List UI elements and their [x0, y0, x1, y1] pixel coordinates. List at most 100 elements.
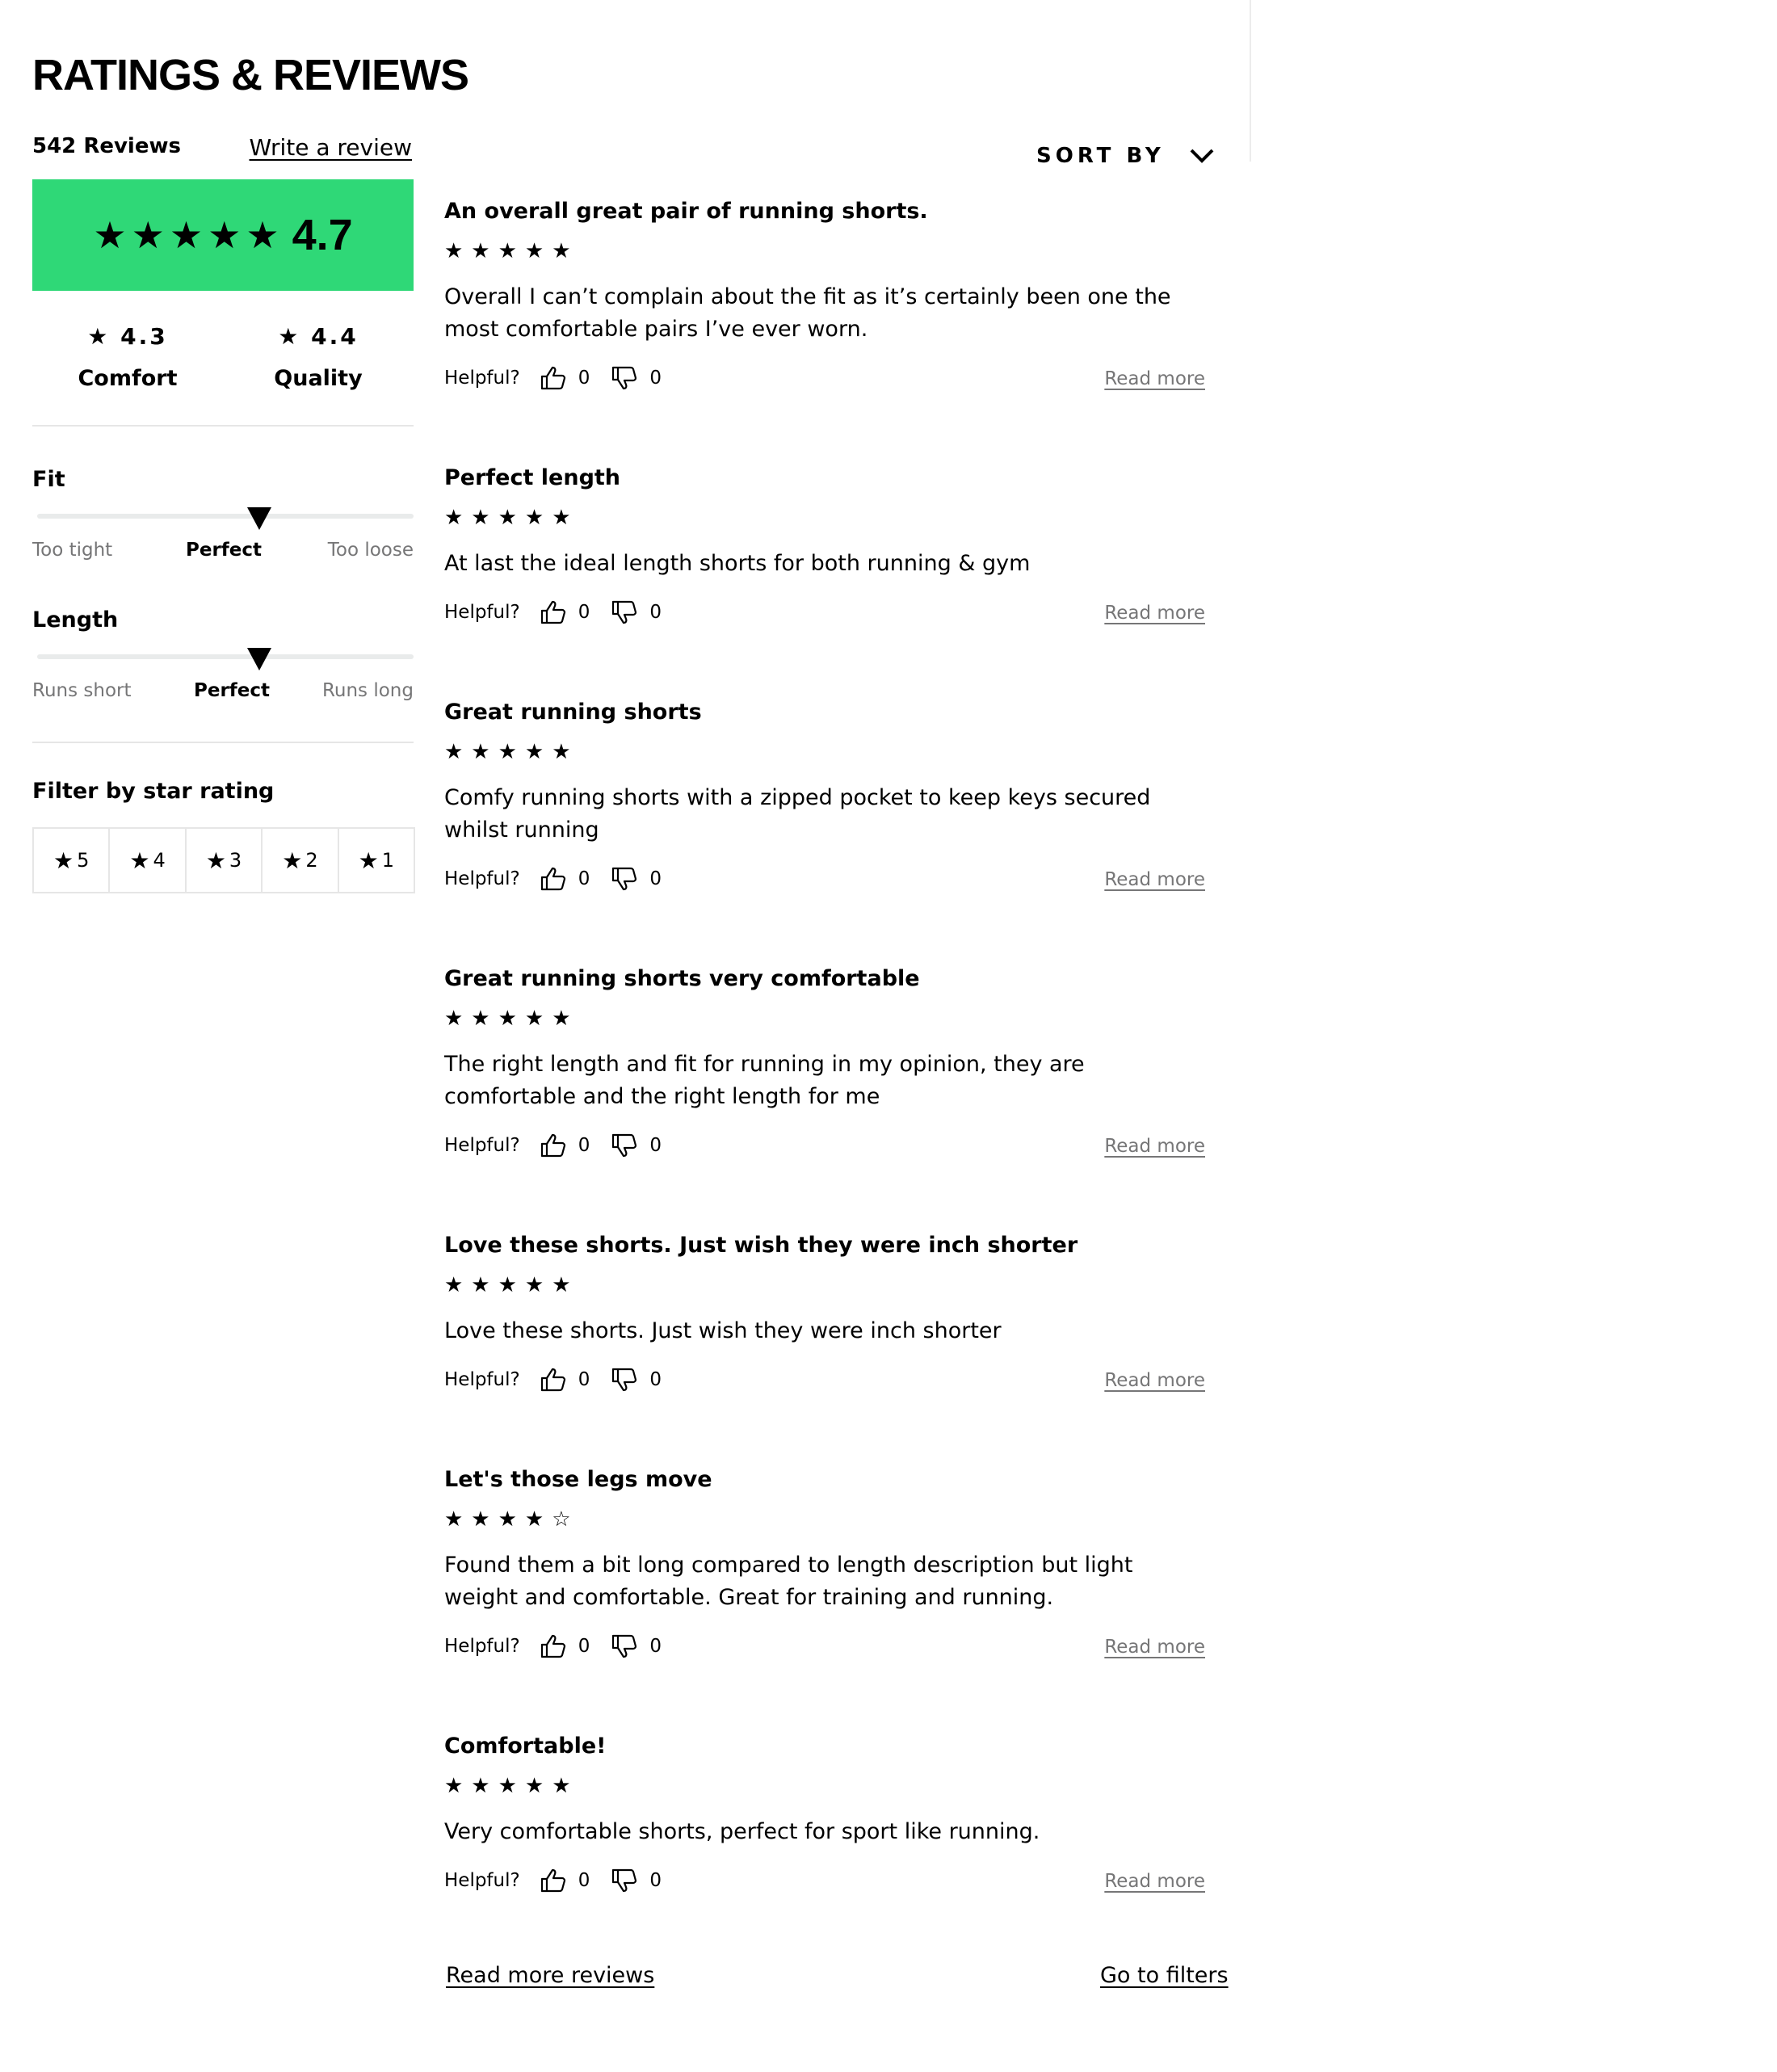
thumbs-down-icon[interactable] — [611, 1133, 638, 1158]
helpful-yes-count: 0 — [578, 1636, 590, 1657]
overall-stars: ★★★★★ — [93, 213, 284, 257]
star-icon: ★ — [358, 847, 379, 874]
sub-ratings: ★ 4.3 Comfort ★ 4.4 Quality — [32, 323, 414, 391]
star-icon: ★ — [282, 847, 303, 874]
helpful-label: Helpful? — [444, 1369, 520, 1390]
helpful-yes-count: 0 — [578, 602, 590, 623]
read-more-link[interactable]: Read more — [1104, 1136, 1205, 1157]
thumbs-down-icon[interactable] — [611, 866, 638, 892]
review-stars: ★★★★★ — [444, 239, 579, 263]
write-review-link[interactable]: Write a review — [250, 134, 412, 161]
thumbs-down-icon[interactable] — [611, 365, 638, 391]
review-item: Perfect length ★★★★★ At last the ideal l… — [444, 465, 1220, 627]
thumbs-up-icon[interactable] — [540, 1868, 567, 1893]
helpful-yes-count: 0 — [578, 868, 590, 889]
filter-2-stars[interactable]: ★ 2 — [263, 829, 339, 892]
helpful-row: Helpful? 0 0 Read more — [444, 864, 1220, 893]
sort-by-dropdown[interactable]: SORT BY — [1036, 144, 1215, 168]
helpful-yes-count: 0 — [578, 1135, 590, 1156]
comfort-rating-label: Comfort — [78, 366, 178, 391]
overall-score: 4.7 — [292, 211, 353, 259]
filter-value: 5 — [77, 849, 90, 872]
length-track — [37, 648, 414, 670]
filter-label: Filter by star rating — [32, 779, 275, 804]
filter-value: 1 — [381, 849, 395, 872]
fit-max-label: Too loose — [327, 540, 414, 561]
thumbs-up-icon[interactable] — [540, 866, 567, 892]
helpful-row: Helpful? 0 0 Read more — [444, 1365, 1220, 1394]
read-more-link[interactable]: Read more — [1104, 1871, 1205, 1892]
length-marker — [246, 648, 271, 670]
thumbs-up-icon[interactable] — [540, 1133, 567, 1158]
review-title: Great running shorts very comfortable — [444, 966, 920, 991]
fit-min-label: Too tight — [32, 540, 113, 561]
review-body: Found them a bit long compared to length… — [444, 1553, 1133, 1610]
length-mid-label: Perfect — [194, 680, 271, 701]
read-more-link[interactable]: Read more — [1104, 1637, 1205, 1658]
helpful-row: Helpful? 0 0 Read more — [444, 1866, 1220, 1895]
review-stars: ★★★★★ — [444, 1774, 579, 1798]
review-body: The right length and fit for running in … — [444, 1052, 1085, 1109]
fit-marker — [246, 507, 271, 530]
thumbs-up-icon[interactable] — [540, 1367, 567, 1393]
divider — [32, 742, 414, 743]
helpful-label: Helpful? — [444, 368, 520, 389]
filter-5-stars[interactable]: ★ 5 — [34, 829, 111, 892]
thumbs-down-icon[interactable] — [611, 1633, 638, 1659]
read-more-link[interactable]: Read more — [1104, 368, 1205, 389]
helpful-label: Helpful? — [444, 1636, 520, 1657]
length-max-label: Runs long — [321, 680, 414, 701]
helpful-row: Helpful? 0 0 Read more — [444, 1632, 1220, 1661]
helpful-no-count: 0 — [649, 1369, 662, 1390]
filter-value: 2 — [305, 849, 318, 872]
thumbs-up-icon[interactable] — [540, 599, 567, 625]
review-title: Comfortable! — [444, 1734, 607, 1759]
review-item: Great running shorts very comfortable ★★… — [444, 966, 1220, 1160]
thumbs-down-icon[interactable] — [611, 1868, 638, 1893]
length-label: Length — [32, 607, 119, 633]
read-more-link[interactable]: Read more — [1104, 869, 1205, 890]
review-title: Great running shorts — [444, 700, 702, 725]
helpful-no-count: 0 — [649, 1135, 662, 1156]
helpful-yes-count: 0 — [578, 1369, 590, 1390]
reviews-count: 542 Reviews — [32, 134, 181, 158]
helpful-no-count: 0 — [649, 602, 662, 623]
filter-3-stars[interactable]: ★ 3 — [187, 829, 263, 892]
review-body: Love these shorts. Just wish they were i… — [444, 1318, 1002, 1343]
length-min-label: Runs short — [32, 680, 132, 701]
star-icon: ★ — [53, 847, 74, 874]
review-title: Let's those legs move — [444, 1467, 712, 1492]
read-more-link[interactable]: Read more — [1104, 1370, 1205, 1391]
review-body: Very comfortable shorts, perfect for spo… — [444, 1819, 1040, 1844]
star-filter: ★ 5 ★ 4 ★ 3 ★ 2 ★ 1 — [32, 827, 415, 893]
review-item: Love these shorts. Just wish they were i… — [444, 1233, 1220, 1394]
quality-rating-value: ★ 4.4 — [278, 323, 359, 350]
overall-rating-box: ★★★★★ 4.7 — [32, 179, 414, 291]
read-more-link[interactable]: Read more — [1104, 603, 1205, 624]
helpful-no-count: 0 — [649, 1870, 662, 1891]
review-item: An overall great pair of running shorts.… — [444, 199, 1220, 393]
fit-label: Fit — [32, 467, 65, 492]
thumbs-up-icon[interactable] — [540, 365, 567, 391]
review-body: At last the ideal length shorts for both… — [444, 551, 1031, 576]
column-divider — [1250, 0, 1251, 162]
review-stars: ★★★★☆ — [444, 1507, 579, 1532]
comfort-rating: ★ 4.3 Comfort — [32, 323, 223, 391]
filter-value: 3 — [229, 849, 242, 872]
review-stars: ★★★★★ — [444, 506, 579, 530]
thumbs-down-icon[interactable] — [611, 1367, 638, 1393]
helpful-yes-count: 0 — [578, 1870, 590, 1891]
read-more-reviews-link[interactable]: Read more reviews — [446, 1963, 654, 1988]
helpful-label: Helpful? — [444, 868, 520, 889]
quality-rating-label: Quality — [274, 366, 363, 391]
filter-4-stars[interactable]: ★ 4 — [110, 829, 187, 892]
go-to-filters-link[interactable]: Go to filters — [1100, 1963, 1229, 1988]
review-title: An overall great pair of running shorts. — [444, 199, 928, 224]
quality-rating: ★ 4.4 Quality — [223, 323, 414, 391]
thumbs-up-icon[interactable] — [540, 1633, 567, 1659]
divider — [32, 425, 414, 427]
filter-value: 4 — [153, 849, 166, 872]
filter-1-star[interactable]: ★ 1 — [339, 829, 414, 892]
thumbs-down-icon[interactable] — [611, 599, 638, 625]
helpful-yes-count: 0 — [578, 368, 590, 389]
